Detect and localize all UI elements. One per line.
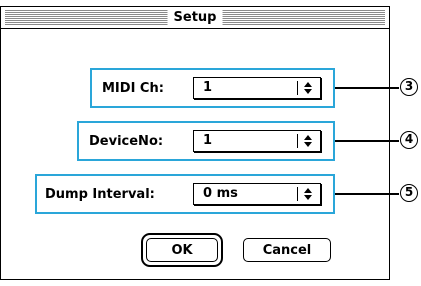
midi-ch-row: MIDI Ch: 1: [90, 68, 335, 108]
popup-arrows-icon: [297, 81, 314, 95]
dump-interval-label: Dump Interval:: [45, 186, 155, 202]
dump-interval-row: Dump Interval: 0 ms: [35, 174, 335, 214]
popup-arrows-icon: [297, 134, 314, 148]
midi-ch-popup[interactable]: 1: [193, 77, 321, 99]
callout-line-3: [335, 87, 399, 89]
dump-interval-popup[interactable]: 0 ms: [193, 183, 321, 205]
callout-number-4: 4: [400, 131, 418, 149]
callout-line-5: [335, 193, 399, 195]
ok-button[interactable]: OK: [146, 238, 218, 262]
device-no-value: 1: [203, 133, 213, 148]
callout-line-4: [335, 140, 399, 142]
device-no-row: DeviceNo: 1: [77, 121, 335, 161]
popup-arrows-icon: [297, 187, 314, 201]
device-no-label: DeviceNo:: [89, 133, 164, 149]
dump-interval-value: 0 ms: [203, 186, 238, 201]
callout-number-5: 5: [400, 184, 418, 202]
callout-number-3: 3: [400, 78, 418, 96]
midi-ch-label: MIDI Ch:: [102, 80, 164, 96]
midi-ch-value: 1: [203, 80, 213, 95]
cancel-button[interactable]: Cancel: [243, 238, 331, 262]
title-bar[interactable]: Setup: [1, 7, 389, 29]
window-title: Setup: [167, 9, 223, 26]
device-no-popup[interactable]: 1: [193, 130, 321, 152]
